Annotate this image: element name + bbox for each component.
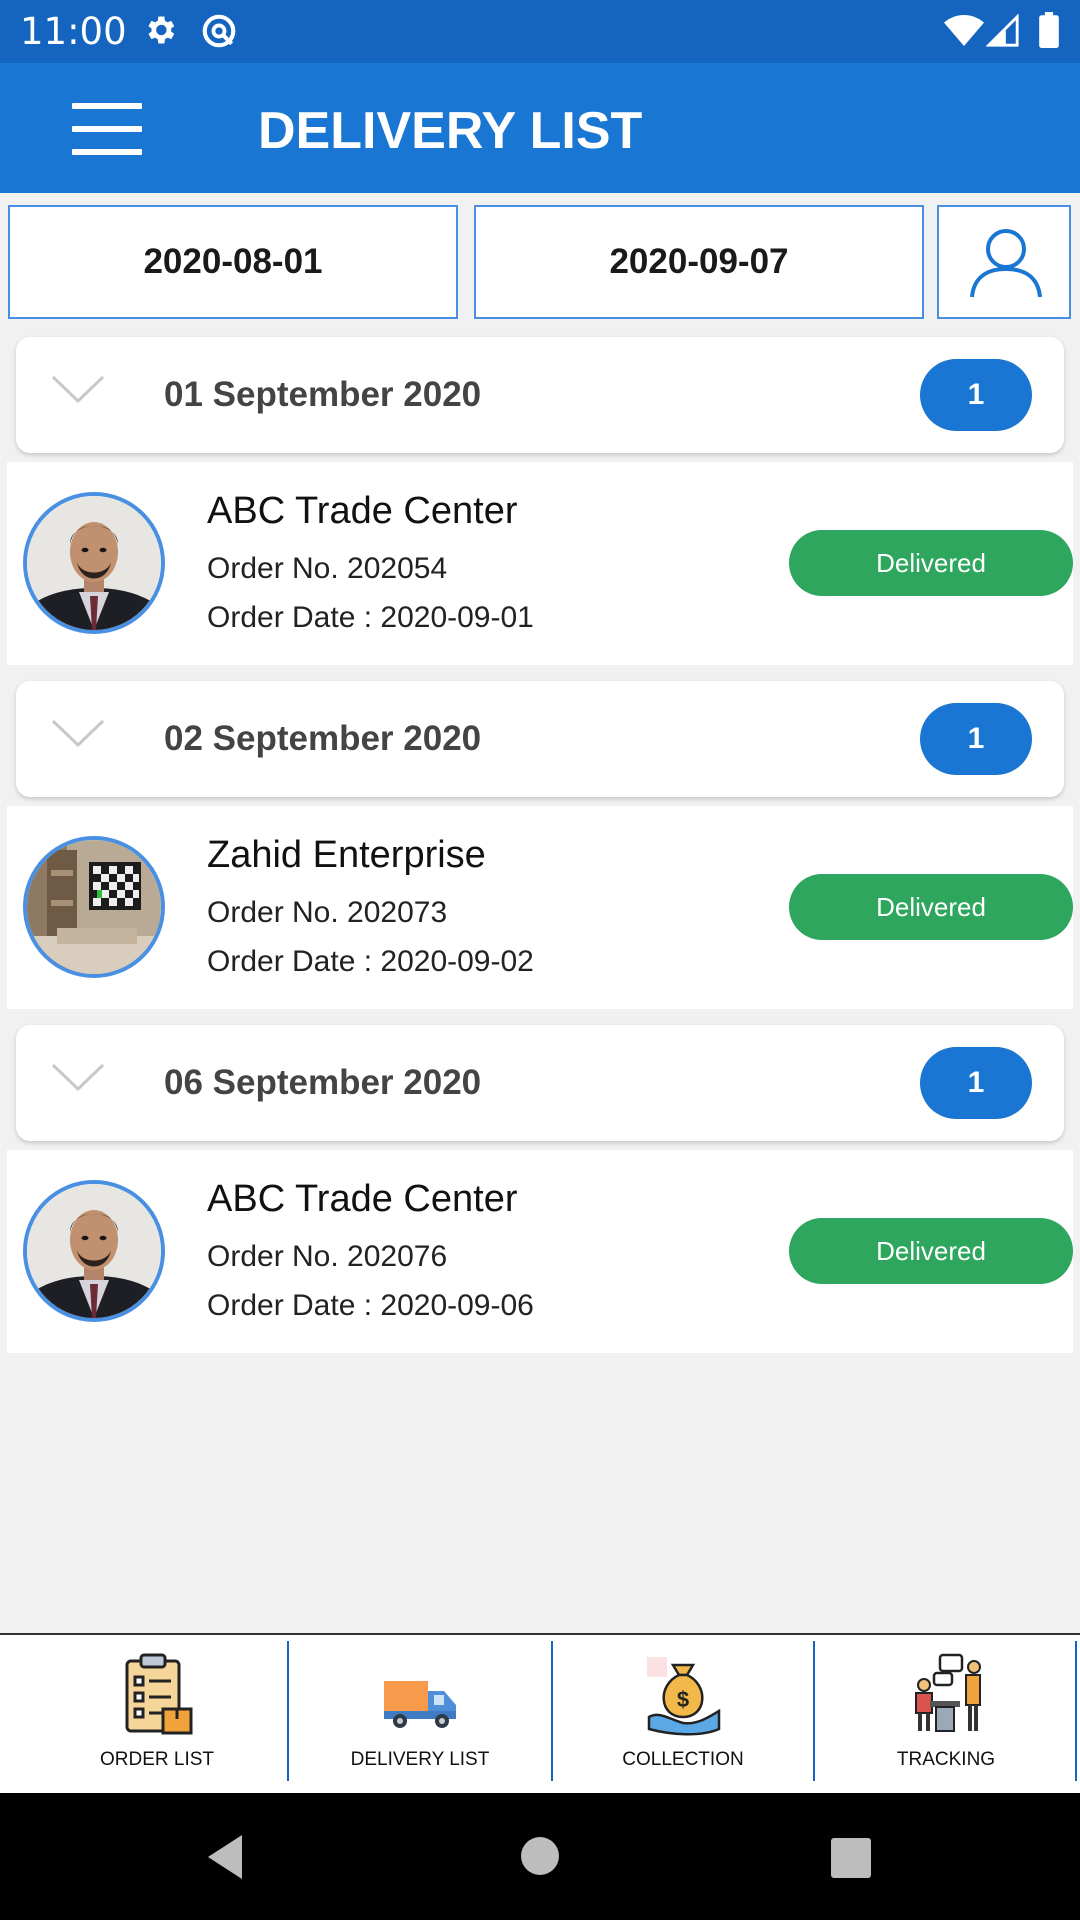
shop-name: Zahid Enterprise	[207, 834, 486, 876]
nav-order-list[interactable]: ORDER LIST	[26, 1641, 288, 1783]
delivery-card[interactable]: Zahid Enterprise Order No. 202073 Order …	[7, 806, 1073, 1009]
from-date-field[interactable]: 2020-08-01	[8, 205, 458, 319]
group-date-title: 02 September 2020	[164, 719, 482, 758]
status-badge: Delivered	[789, 874, 1073, 940]
money-bag-hand-icon: $	[643, 1651, 723, 1742]
bottom-nav: ORDER LIST DELIVERY LIST $ COLLECTION TR…	[0, 1633, 1080, 1793]
nav-divider	[1075, 1641, 1077, 1781]
back-icon[interactable]	[204, 1833, 244, 1886]
nav-tracking[interactable]: TRACKING	[815, 1641, 1077, 1783]
home-icon[interactable]	[520, 1836, 560, 1881]
nav-collection[interactable]: $ COLLECTION	[552, 1641, 814, 1783]
delivery-card[interactable]: ABC Trade Center Order No. 202076 Order …	[7, 1150, 1073, 1353]
shop-name: ABC Trade Center	[207, 1178, 518, 1220]
avatar	[23, 1180, 165, 1322]
to-date-field[interactable]: 2020-09-07	[474, 205, 924, 319]
svg-text:$: $	[677, 1687, 689, 1712]
order-number: Order No. 202076	[207, 1240, 448, 1273]
count-badge: 1	[920, 359, 1032, 431]
signal-icon	[985, 13, 1020, 53]
date-group-header[interactable]: 06 September 2020 1	[16, 1025, 1064, 1141]
wifi-icon	[944, 14, 984, 53]
nav-label: TRACKING	[896, 1749, 996, 1770]
no-location-icon	[200, 12, 238, 55]
count-badge: 1	[920, 703, 1032, 775]
app-bar: DELIVERY LIST	[0, 63, 1080, 193]
tracking-people-icon	[906, 1651, 986, 1742]
order-number: Order No. 202054	[207, 552, 448, 585]
shop-name: ABC Trade Center	[207, 490, 518, 532]
order-date: Order Date : 2020-09-01	[207, 601, 534, 634]
status-badge: Delivered	[789, 530, 1073, 596]
order-date: Order Date : 2020-09-02	[207, 945, 534, 978]
nav-delivery-list[interactable]: DELIVERY LIST	[289, 1641, 551, 1783]
user-icon	[966, 223, 1046, 308]
system-nav-bar	[0, 1793, 1080, 1920]
delivery-truck-icon	[380, 1651, 460, 1742]
chevron-down-icon	[51, 373, 105, 412]
status-time: 11:00	[20, 10, 127, 53]
count-badge: 1	[920, 1047, 1032, 1119]
date-group-header[interactable]: 01 September 2020 1	[16, 337, 1064, 453]
battery-icon	[1038, 12, 1060, 53]
recents-icon[interactable]	[831, 1838, 871, 1883]
status-bar: 11:00	[0, 0, 1080, 63]
order-date: Order Date : 2020-09-06	[207, 1289, 534, 1322]
clipboard-list-icon	[117, 1651, 197, 1742]
profile-button[interactable]	[937, 205, 1071, 319]
date-group-header[interactable]: 02 September 2020 1	[16, 681, 1064, 797]
avatar	[23, 492, 165, 634]
hamburger-menu-icon[interactable]	[72, 103, 142, 155]
avatar	[23, 836, 165, 978]
nav-label: DELIVERY LIST	[350, 1749, 490, 1770]
group-date-title: 01 September 2020	[164, 375, 482, 414]
chevron-down-icon	[51, 1061, 105, 1100]
status-badge: Delivered	[789, 1218, 1073, 1284]
order-number: Order No. 202073	[207, 896, 448, 929]
gear-icon	[142, 12, 178, 53]
nav-label: COLLECTION	[622, 1749, 744, 1770]
chevron-down-icon	[51, 717, 105, 756]
delivery-card[interactable]: ABC Trade Center Order No. 202054 Order …	[7, 462, 1073, 665]
page-title: DELIVERY LIST	[258, 102, 643, 160]
nav-label: ORDER LIST	[99, 1749, 215, 1770]
group-date-title: 06 September 2020	[164, 1063, 482, 1102]
